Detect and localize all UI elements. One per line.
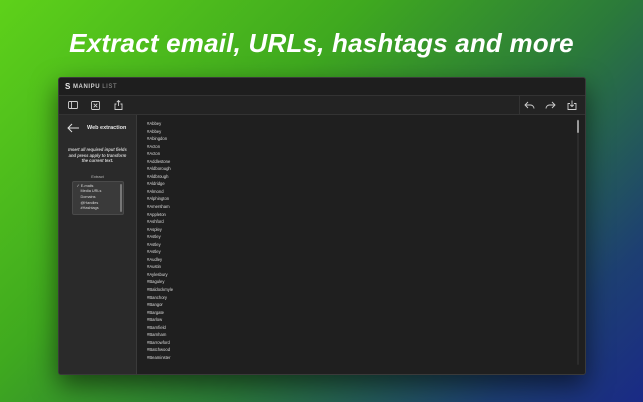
- sidebar-header: Web extraction: [59, 115, 136, 133]
- download-button[interactable]: [564, 98, 579, 112]
- undo-button[interactable]: [522, 98, 537, 112]
- list-item: #Audley: [147, 256, 163, 262]
- list-item: #Aldbrough: [147, 173, 169, 179]
- sidebar: Web extraction Insert all required input…: [59, 115, 137, 374]
- toolbar: [59, 96, 585, 115]
- sidebar-title: Web extraction: [87, 125, 127, 131]
- extract-select-list[interactable]: ✓ E-mails Media URLs Domains @Handles #H…: [71, 180, 124, 215]
- list-item: #Acton: [147, 151, 161, 157]
- list-item: #Abingdon: [147, 136, 168, 142]
- list-item: #Barnfield: [147, 324, 166, 330]
- share-icon: [114, 100, 123, 110]
- list-item: #Amersham: [147, 204, 170, 210]
- list-item: #Batchwood: [147, 347, 171, 353]
- toggle-sidebar-button[interactable]: [65, 98, 80, 112]
- list-item: #Banchory: [147, 294, 168, 300]
- list-item: #Austin: [147, 264, 161, 270]
- clear-button[interactable]: [88, 98, 103, 112]
- list-item: #Baldockmyle: [147, 287, 174, 293]
- list-item: #Appleton: [147, 211, 166, 217]
- app-logo: S MANIPU LIST: [65, 82, 117, 91]
- text-editor[interactable]: #Abbey #Abbey #Abingdon #Acton #Acton #Addles…: [137, 115, 585, 374]
- list-item: #Acton: [147, 143, 161, 149]
- list-item: #Abbey: [147, 121, 162, 126]
- redo-button[interactable]: [543, 98, 558, 112]
- titlebar: S MANIPU LIST: [59, 78, 585, 96]
- list-item: #Astley: [147, 249, 161, 255]
- list-item: #Almond: [147, 188, 164, 194]
- list-item: #Abbey: [147, 128, 162, 134]
- main-body: Web extraction Insert all required input…: [59, 115, 585, 374]
- list-item: #Barrowford: [147, 339, 170, 345]
- list-item: #Astley: [147, 241, 161, 247]
- extract-option[interactable]: #Hashtags: [73, 206, 123, 212]
- list-item: #Aldridge: [147, 181, 165, 187]
- logo-mark: S: [65, 82, 71, 91]
- list-item: #Baguley: [147, 279, 165, 285]
- redo-icon: [545, 101, 556, 109]
- back-arrow-icon[interactable]: [67, 123, 81, 133]
- close-box-icon: [91, 100, 100, 110]
- app-window: S MANIPU LIST Web extraction Insert all …: [58, 77, 586, 375]
- list-item: #Ashford: [147, 219, 164, 225]
- list-item: #Bangor: [147, 302, 163, 308]
- sidebar-description: Insert all required input fields and pre…: [68, 147, 127, 164]
- select-scrollbar[interactable]: [120, 183, 122, 212]
- download-icon: [567, 100, 576, 110]
- undo-icon: [524, 101, 535, 109]
- logo-bold: MANIPU: [72, 83, 101, 90]
- extract-label: Extract: [91, 173, 104, 179]
- list-item: #Barnham: [147, 332, 167, 338]
- list-item: #Aldborough: [147, 166, 171, 172]
- headline: Extract email, URLs, hashtags and more: [69, 28, 574, 58]
- list-item: #Bargate: [147, 309, 164, 315]
- list-item: #Astley: [147, 234, 161, 240]
- sidebar-icon: [67, 101, 78, 109]
- list-item: #Addlestone: [147, 158, 171, 164]
- logo-thin: LIST: [102, 83, 118, 90]
- list-item: #Alphington: [147, 196, 170, 202]
- list-item: #Beaminster: [147, 354, 171, 360]
- list-item: #Aylesbury: [147, 271, 168, 277]
- result-list: #Abbey #Abbey #Abingdon #Acton #Acton #Addles…: [137, 115, 585, 362]
- editor-scrollbar-thumb[interactable]: [577, 120, 579, 133]
- list-item: #Aspley: [147, 226, 162, 232]
- editor-scrollbar-track[interactable]: [577, 119, 579, 365]
- list-item: #Barlow: [147, 317, 163, 323]
- share-button[interactable]: [111, 98, 126, 112]
